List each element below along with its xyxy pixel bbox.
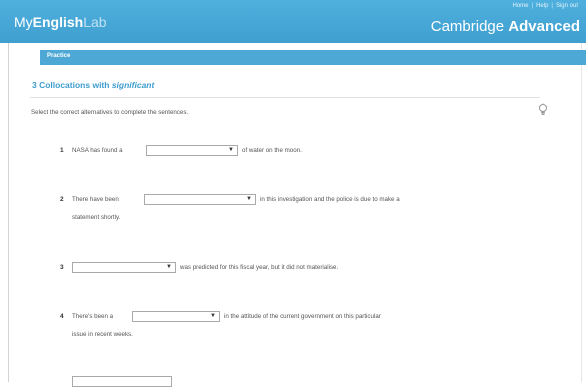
question-text-after: was predicted for this fiscal year, but …	[180, 264, 338, 271]
question-text-after: in this investigation and the police is …	[260, 196, 400, 203]
sign-out-link[interactable]: Sign out	[556, 3, 578, 9]
answer-dropdown-1[interactable]: ▼	[146, 145, 238, 156]
title-prefix: 3 Collocations with	[32, 80, 109, 90]
exercise-title: 3 Collocations with significant	[32, 80, 154, 90]
question-text-before: There's been a	[72, 313, 113, 320]
app-header: MyEnglishLab Home|Help|Sign out Cambridg…	[0, 0, 586, 43]
answer-dropdown-4[interactable]: ▼	[132, 311, 220, 322]
question-text-after: of water on the moon.	[242, 147, 302, 154]
answer-dropdown-3[interactable]: ▼	[72, 262, 176, 273]
question-number: 1	[60, 147, 64, 154]
dropdown-arrow-icon: ▼	[210, 313, 216, 319]
dropdown-arrow-icon: ▼	[228, 147, 234, 153]
question-number: 3	[60, 264, 64, 271]
question-number: 2	[60, 196, 64, 203]
question-text-after: in the attitude of the current governmen…	[224, 313, 381, 320]
title-keyword: significant	[112, 80, 155, 90]
question-text-before: There have been	[72, 196, 119, 203]
tab-practice[interactable]: Practice	[47, 53, 70, 59]
lightbulb-icon[interactable]	[538, 103, 548, 117]
instruction-text: Select the correct alternatives to compl…	[31, 109, 188, 116]
brand-light: Cambridge	[431, 18, 504, 35]
home-link[interactable]: Home	[512, 3, 528, 9]
link-separator: |	[532, 3, 534, 9]
link-separator: |	[551, 3, 553, 9]
answer-dropdown-2[interactable]: ▼	[144, 194, 256, 205]
course-brand: Cambridge Advanced	[431, 18, 580, 35]
left-border	[8, 43, 9, 382]
question-text-continuation: statement shortly.	[72, 214, 120, 221]
dropdown-arrow-icon: ▼	[166, 264, 172, 270]
myenglishlab-logo[interactable]: MyEnglishLab	[14, 14, 107, 30]
logo-prefix: My	[14, 14, 33, 30]
top-links: Home|Help|Sign out	[512, 3, 578, 9]
help-link[interactable]: Help	[536, 3, 548, 9]
right-border	[581, 43, 582, 382]
brand-bold: Advanced	[508, 18, 580, 35]
question-text-before: NASA has found a	[72, 147, 123, 154]
logo-suffix: Lab	[83, 14, 106, 30]
question-text-continuation: issue in recent weeks.	[72, 331, 133, 338]
question-number: 4	[60, 313, 64, 320]
title-divider	[30, 97, 540, 98]
dropdown-arrow-icon: ▼	[246, 196, 252, 202]
logo-main: English	[33, 14, 84, 30]
tab-bar: Practice	[40, 50, 586, 65]
